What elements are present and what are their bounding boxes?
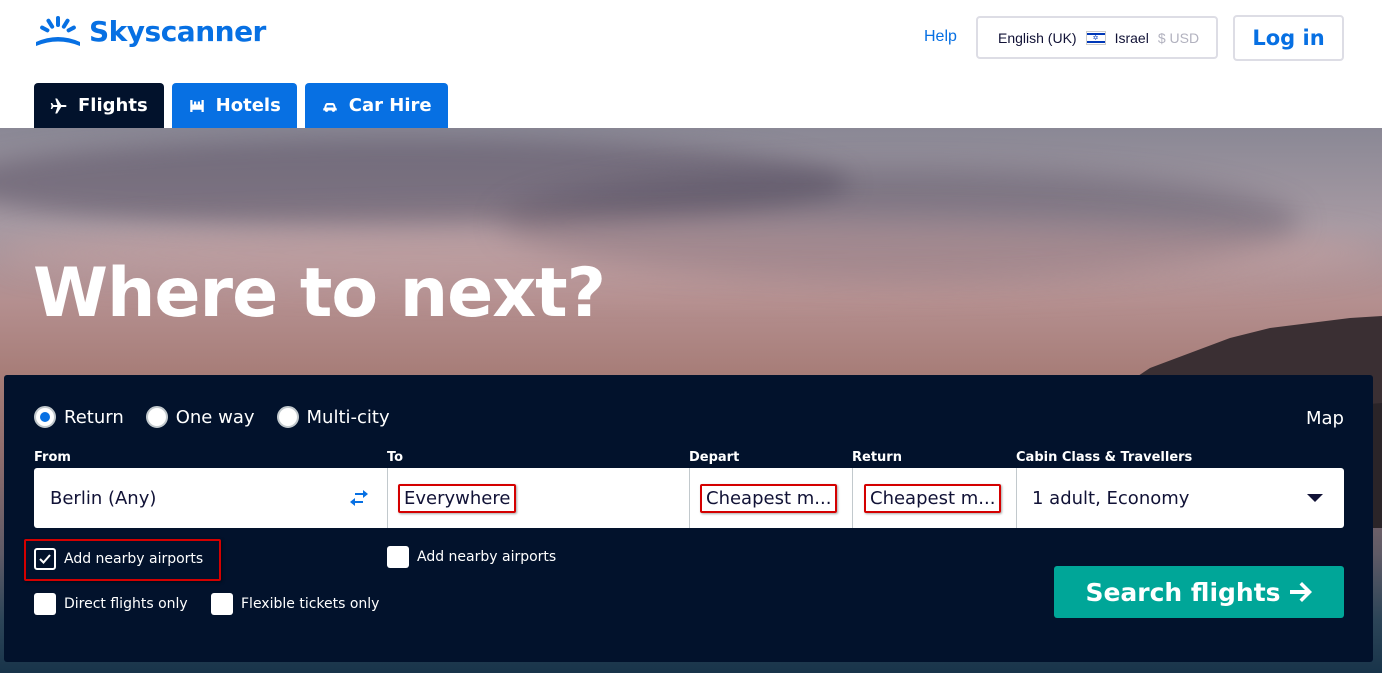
- tab-label: Hotels: [215, 95, 281, 116]
- tab-label: Car Hire: [348, 95, 432, 116]
- search-button-label: Search flights: [1085, 577, 1281, 607]
- header: Skyscanner Help English (UK) ✡ Israel $ …: [0, 0, 1382, 128]
- field-divider: [852, 468, 853, 528]
- checkbox-label: Add nearby airports: [417, 549, 557, 565]
- checkbox-label: Direct flights only: [64, 596, 188, 612]
- direct-flights-checkbox[interactable]: Direct flights only: [34, 593, 188, 615]
- radio-checked-icon[interactable]: [34, 406, 56, 428]
- product-tabs: Flights Hotels Car Hire: [34, 83, 448, 128]
- from-label: From: [34, 450, 71, 465]
- checkbox-label: Flexible tickets only: [241, 596, 380, 612]
- locale-selector-button[interactable]: English (UK) ✡ Israel $ USD: [976, 16, 1218, 59]
- bed-icon: [189, 99, 204, 112]
- tab-car-hire[interactable]: Car Hire: [304, 83, 448, 128]
- tab-label: Flights: [78, 95, 148, 116]
- trip-type-return[interactable]: Return: [34, 406, 124, 428]
- depart-value: Cheapest m...: [700, 483, 838, 513]
- login-button[interactable]: Log in: [1233, 15, 1344, 61]
- checkbox-unchecked-icon[interactable]: [34, 593, 56, 615]
- search-flights-button[interactable]: Search flights: [1054, 566, 1344, 618]
- from-field[interactable]: Berlin (Any): [50, 468, 380, 528]
- flexible-tickets-checkbox[interactable]: Flexible tickets only: [211, 593, 379, 615]
- skyscanner-page: Skyscanner Help English (UK) ✡ Israel $ …: [0, 0, 1382, 673]
- trip-type-one-way[interactable]: One way: [145, 406, 255, 428]
- language-label: English (UK): [998, 29, 1077, 46]
- return-label: Return: [852, 450, 902, 465]
- return-value: Cheapest m...: [864, 483, 1002, 513]
- field-divider: [689, 468, 690, 528]
- radio-label: Return: [64, 406, 124, 428]
- radio-unchecked-icon[interactable]: [276, 406, 299, 428]
- flight-search-panel: Return One way Multi-city Map From To De…: [4, 375, 1373, 662]
- help-link[interactable]: Help: [924, 28, 957, 46]
- skyscanner-logo[interactable]: Skyscanner: [33, 14, 266, 48]
- tab-hotels[interactable]: Hotels: [171, 83, 297, 128]
- radio-label: One way: [175, 406, 255, 428]
- logo-text: Skyscanner: [89, 14, 266, 48]
- trip-type-options: Return One way Multi-city: [34, 406, 412, 428]
- depart-label: Depart: [689, 450, 740, 465]
- checkbox-unchecked-icon[interactable]: [387, 546, 409, 568]
- nearby-airports-from-checkbox[interactable]: Add nearby airports: [34, 548, 203, 570]
- swap-icon[interactable]: [349, 489, 369, 507]
- tab-flights[interactable]: Flights: [34, 83, 164, 128]
- chevron-down-icon[interactable]: [1307, 494, 1323, 502]
- radio-unchecked-icon[interactable]: [145, 406, 168, 428]
- plane-icon: [50, 98, 67, 113]
- country-label: Israel: [1114, 29, 1149, 46]
- to-label: To: [387, 450, 404, 465]
- radio-label: Multi-city: [306, 406, 390, 428]
- checkbox-checked-icon[interactable]: [34, 548, 56, 570]
- nearby-airports-to-checkbox[interactable]: Add nearby airports: [387, 546, 556, 568]
- israel-flag-icon: ✡: [1085, 30, 1106, 45]
- car-icon: [323, 102, 337, 112]
- depart-field[interactable]: Cheapest m...: [700, 468, 850, 528]
- cabin-travellers-value: 1 adult, Economy: [1032, 487, 1190, 509]
- to-value: Everywhere: [398, 483, 517, 513]
- field-divider: [1016, 468, 1017, 528]
- cabin-travellers-field[interactable]: 1 adult, Economy: [1032, 468, 1332, 528]
- checkbox-unchecked-icon[interactable]: [211, 593, 233, 615]
- trip-type-multi-city[interactable]: Multi-city: [276, 406, 390, 428]
- cabin-travellers-label: Cabin Class & Travellers: [1016, 450, 1193, 465]
- map-link[interactable]: Map: [1306, 408, 1344, 429]
- field-divider: [387, 468, 388, 528]
- search-fields-bar: Berlin (Any) Everywhere Cheapest m... Ch…: [34, 468, 1344, 528]
- currency-label: $ USD: [1157, 29, 1200, 46]
- to-field[interactable]: Everywhere: [398, 468, 688, 528]
- sunrise-logo-icon: [36, 16, 80, 46]
- arrow-right-icon: [1289, 582, 1312, 602]
- return-field[interactable]: Cheapest m...: [864, 468, 1014, 528]
- hero-title: Where to next?: [33, 254, 606, 333]
- from-value: Berlin (Any): [50, 487, 157, 509]
- checkbox-label: Add nearby airports: [64, 551, 204, 567]
